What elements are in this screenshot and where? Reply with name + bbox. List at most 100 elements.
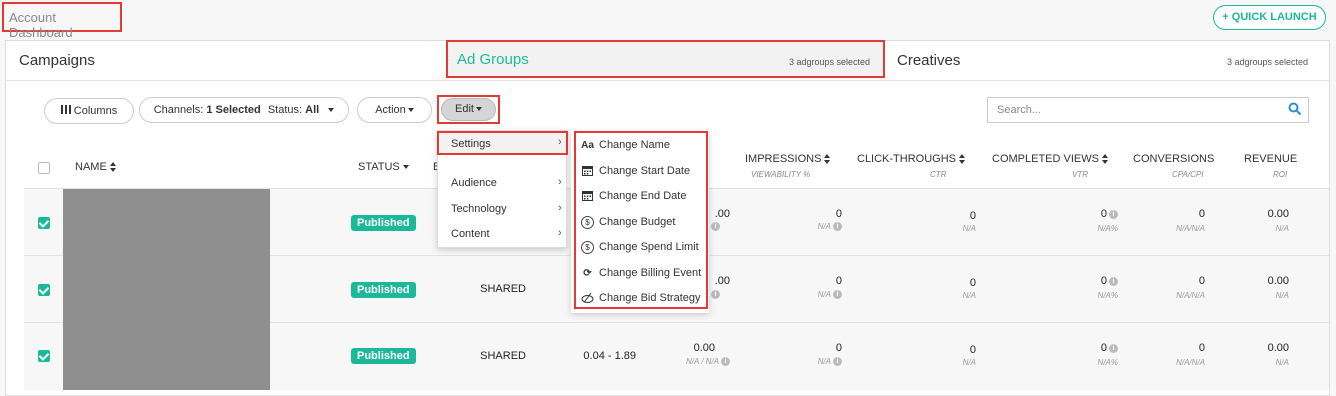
info-icon: i (711, 222, 720, 232)
info-icon: i (833, 222, 842, 232)
column-header-impressions[interactable]: IMPRESSIONS (745, 153, 831, 165)
tab-ad-groups-label: Ad Groups (457, 51, 529, 68)
sort-icon (109, 162, 117, 173)
viewability-value: N/A i (790, 357, 842, 367)
dollar-icon: $ (581, 240, 594, 254)
menu-item-settings-label: Settings (451, 138, 491, 150)
chevron-right-icon: › (558, 227, 562, 239)
ad-groups-selected-count: 3 adgroups selected (789, 57, 871, 67)
calendar-icon (581, 190, 594, 203)
submenu-item-change-budget[interactable]: $ Change Budget (581, 214, 675, 230)
revenue-value: 0.00 (1267, 208, 1289, 220)
column-header-name[interactable]: NAME (75, 161, 117, 173)
menu-item-audience[interactable]: Audience (451, 177, 497, 189)
roi-value: N/A (1275, 358, 1289, 367)
column-subheader-roi: ROI (1273, 170, 1288, 179)
revenue-value: 0.00 (1267, 275, 1289, 287)
row-checkbox[interactable] (38, 217, 50, 229)
chevron-down-icon (407, 108, 414, 113)
columns-button[interactable]: Columns (44, 98, 134, 124)
column-subheader-cpa: CPA/CPI (1172, 170, 1204, 179)
submenu-item-change-end-date[interactable]: Change End Date (581, 188, 686, 204)
select-all-checkbox[interactable] (38, 162, 50, 174)
cpa-value: N/A/N/A (1176, 291, 1205, 300)
status-badge: Published (351, 348, 416, 364)
action-dropdown[interactable]: Action (357, 97, 432, 123)
clicks-value: 0 (969, 210, 976, 222)
status-badge: Published (351, 215, 416, 231)
info-icon: i (1109, 276, 1118, 286)
ctr-value: N/A (962, 358, 976, 367)
calendar-icon (581, 165, 594, 178)
impressions-value: 0 (835, 342, 842, 354)
sort-icon (1101, 154, 1109, 165)
ctr-value: N/A (962, 224, 976, 233)
spend-value: 0.00 (693, 342, 715, 354)
conversions-value: 0 (1198, 208, 1205, 220)
cpa-value: N/A/N/A (1176, 358, 1205, 367)
sort-down-icon (402, 165, 409, 170)
spend-sub: N/A / N/A i (660, 357, 730, 367)
chevron-right-icon: › (558, 136, 562, 148)
columns-label: Columns (73, 105, 118, 117)
columns-icon (60, 99, 71, 123)
info-icon: i (721, 357, 730, 367)
revenue-value: 0.00 (1267, 342, 1289, 354)
channels-label: Channels: (153, 104, 204, 116)
creatives-selected-count: 3 adgroups selected (1227, 57, 1309, 67)
tab-campaigns[interactable]: Campaigns (19, 52, 95, 69)
info-icon: i (1109, 209, 1118, 219)
quick-launch-button[interactable]: + QUICK LAUNCH (1213, 5, 1326, 30)
views-value: 0i (1070, 342, 1118, 354)
bid-icon (581, 292, 594, 305)
column-header-click-throughs[interactable]: CLICK-THROUGHS (857, 153, 966, 165)
refresh-icon: ⟳ (583, 267, 592, 279)
conversions-value: 0 (1198, 275, 1205, 287)
cpa-value: N/A/N/A (1176, 224, 1205, 233)
submenu-item-change-bid-strategy[interactable]: Change Bid Strategy (581, 290, 701, 306)
vtr-value: N/A% (1097, 358, 1118, 367)
column-subheader-ctr: CTR (930, 170, 947, 179)
page-title: Account Dashboard (2, 2, 122, 40)
column-subheader-viewability: VIEWABILITY % (751, 170, 811, 179)
search-icon[interactable] (1288, 102, 1304, 118)
submenu-item-change-start-date[interactable]: Change Start Date (581, 163, 690, 179)
submenu-item-change-spend-limit[interactable]: $ Change Spend Limit (581, 239, 699, 255)
ctr-value: N/A (962, 291, 976, 300)
dollar-icon: $ (581, 215, 594, 229)
column-header-completed-views[interactable]: COMPLETED VIEWS (992, 153, 1109, 165)
vtr-value: N/A% (1097, 224, 1118, 233)
viewability-value: N/A i (790, 290, 842, 300)
vtr-value: N/A% (1097, 291, 1118, 300)
search-input[interactable] (987, 97, 1309, 123)
submenu-item-change-name[interactable]: Aa Change Name (581, 137, 670, 153)
status-badge: Published (351, 282, 416, 298)
text-icon: Aa (581, 139, 594, 151)
menu-item-technology[interactable]: Technology (451, 203, 507, 215)
tab-creatives[interactable]: Creatives (897, 52, 960, 69)
status-label: Status: (267, 104, 303, 116)
column-subheader-vtr: VTR (1072, 170, 1088, 179)
views-value: 0i (1070, 275, 1118, 287)
row-checkbox[interactable] (38, 350, 50, 362)
sort-icon (824, 154, 831, 165)
budget-type: SHARED (480, 350, 526, 362)
bid-range: 0.04 - 1.89 (583, 350, 636, 362)
column-header-revenue[interactable]: REVENUE (1244, 153, 1297, 165)
column-header-conversions[interactable]: CONVERSIONS (1133, 153, 1214, 165)
edit-label: Edit (455, 103, 474, 115)
menu-item-content[interactable]: Content (451, 228, 490, 240)
sort-icon (959, 154, 966, 165)
channels-status-filter[interactable]: Channels: 1 Selected Status: All (139, 97, 349, 123)
edit-dropdown[interactable]: Edit (441, 98, 496, 121)
viewability-value: N/A i (790, 222, 842, 232)
conversions-value: 0 (1198, 342, 1205, 354)
ad-group-thumbnail (63, 189, 270, 390)
row-checkbox[interactable] (38, 284, 50, 296)
roi-value: N/A (1275, 291, 1289, 300)
status-value: All (305, 104, 320, 116)
column-header-status[interactable]: STATUS (358, 161, 409, 173)
info-icon: i (833, 357, 842, 367)
submenu-item-change-billing-event[interactable]: ⟳ Change Billing Event (581, 265, 701, 281)
channels-value: 1 Selected (206, 104, 261, 116)
